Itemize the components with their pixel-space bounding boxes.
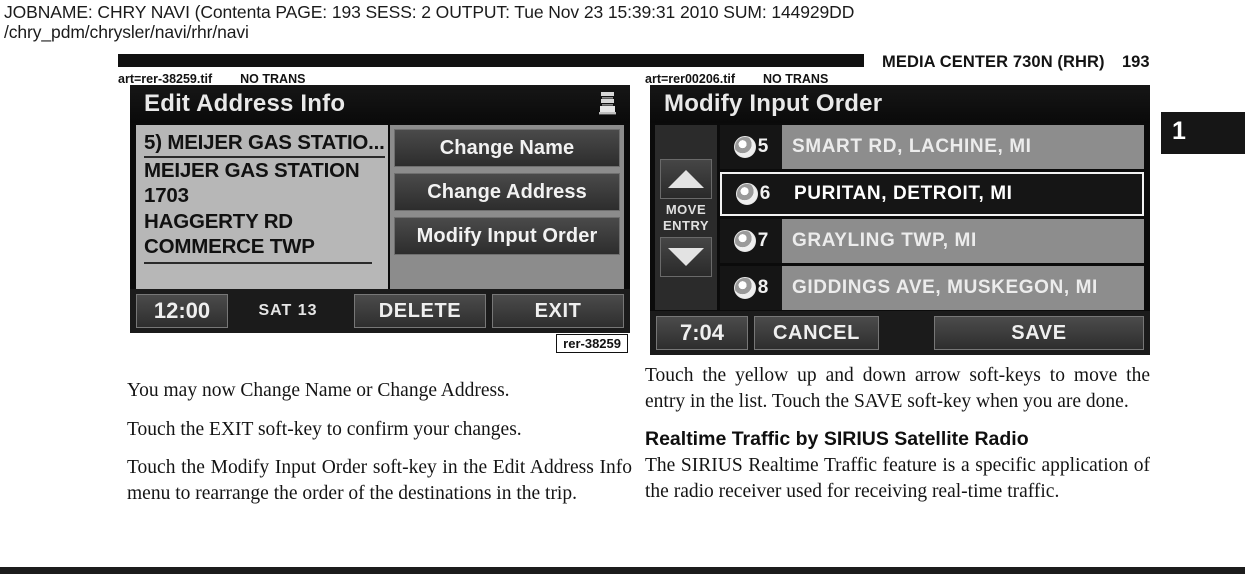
destination-pin-icon xyxy=(735,183,758,205)
move-entry-down-button[interactable] xyxy=(660,236,712,277)
list-item[interactable]: 6 PURITAN, DETROIT, MI xyxy=(720,172,1144,216)
destination-pin-wrap: 5 xyxy=(720,125,782,169)
list-stack-icon[interactable] xyxy=(599,91,616,117)
art-slug-right-file: art=rer00206.tif xyxy=(645,72,735,86)
body-column-left: You may now Change Name or Change Addres… xyxy=(127,378,632,519)
left-screen-bottom-bar: 12:00 SAT 13 DELETE EXIT xyxy=(130,289,630,333)
left-screen-title-bar: Edit Address Info xyxy=(130,85,630,123)
screenshot-modify-input-order: Modify Input Order MOVE ENTRY 5 SMART RD… xyxy=(650,85,1150,355)
address-info-line-0: 5) MEIJER GAS STATIO... xyxy=(144,130,385,158)
address-info-line-1: MEIJER GAS STATION xyxy=(144,158,360,182)
running-head-page-number: 193 xyxy=(1122,53,1150,71)
address-info-line-3: HAGGERTY RD xyxy=(144,209,293,233)
art-slug-left-file: art=rer-38259.tif xyxy=(118,72,213,86)
exit-button[interactable]: EXIT xyxy=(492,294,624,328)
edit-address-softkey-column: Change Name Change Address Modify Input … xyxy=(390,125,624,305)
art-slug-right: art=rer00206.tif NO TRANS xyxy=(645,72,828,86)
destination-pin-wrap: 7 xyxy=(720,219,782,263)
footer-rule xyxy=(0,567,1245,574)
right-screen-title-bar: Modify Input Order xyxy=(650,85,1150,123)
paragraph: Touch the EXIT soft-key to confirm your … xyxy=(127,418,522,440)
print-job-header: JOBNAME: CHRY NAVI (Contenta PAGE: 193 S… xyxy=(4,2,854,42)
list-item[interactable]: 5 SMART RD, LACHINE, MI xyxy=(720,125,1144,169)
screenshot-edit-address-info: Edit Address Info 5) MEIJER GAS STATIO..… xyxy=(130,85,630,355)
destination-number: 8 xyxy=(757,277,769,298)
art-slug-left: art=rer-38259.tif NO TRANS xyxy=(118,72,305,86)
art-slug-left-trans: NO TRANS xyxy=(240,72,306,86)
move-entry-label-line-2: ENTRY xyxy=(662,217,710,233)
figure-caption-left: rer-38259 xyxy=(556,334,628,353)
change-name-button[interactable]: Change Name xyxy=(394,129,620,167)
clock-display[interactable]: 7:04 xyxy=(656,316,748,350)
destination-list: 5 SMART RD, LACHINE, MI 6 PURITAN, DETRO… xyxy=(720,125,1144,313)
address-info-panel: 5) MEIJER GAS STATIO... MEIJER GAS STATI… xyxy=(136,125,388,305)
right-screen-title: Modify Input Order xyxy=(664,90,883,117)
move-entry-up-button[interactable] xyxy=(660,158,712,199)
running-head-rule xyxy=(118,54,864,67)
destination-label: PURITAN, DETROIT, MI xyxy=(794,183,1013,204)
paragraph: Touch the yellow up and down arrow soft-… xyxy=(645,365,1150,412)
down-arrow-icon xyxy=(668,247,704,266)
destination-number: 7 xyxy=(757,230,769,251)
cancel-button[interactable]: CANCEL xyxy=(754,316,879,350)
chapter-thumb-tab-label: 1 xyxy=(1172,117,1186,145)
manual-page: JOBNAME: CHRY NAVI (Contenta PAGE: 193 S… xyxy=(0,0,1245,580)
art-slug-right-trans: NO TRANS xyxy=(763,72,829,86)
address-info-line-4: COMMERCE TWP xyxy=(144,235,315,258)
left-caption-strip: rer-38259 xyxy=(130,333,630,355)
destination-label: GIDDINGS AVE, MUSKEGON, MI xyxy=(792,277,1098,298)
destination-number: 6 xyxy=(759,183,771,204)
destination-pin-icon xyxy=(733,136,756,158)
body-column-right: Touch the yellow up and down arrow soft-… xyxy=(645,363,1150,517)
left-screen-title: Edit Address Info xyxy=(144,90,346,117)
move-entry-label: MOVE ENTRY xyxy=(663,202,709,234)
destination-label: SMART RD, LACHINE, MI xyxy=(792,136,1032,157)
move-entry-label-line-1: MOVE xyxy=(665,201,707,217)
delete-button[interactable]: DELETE xyxy=(354,294,486,328)
list-item[interactable]: 7 GRAYLING TWP, MI xyxy=(720,219,1144,263)
clock-display[interactable]: 12:00 xyxy=(136,294,228,328)
change-address-button[interactable]: Change Address xyxy=(394,173,620,211)
job-header-line-2: /chry_pdm/chrysler/navi/rhr/navi xyxy=(4,22,249,42)
destination-pin-icon xyxy=(733,277,756,299)
destination-pin-wrap: 8 xyxy=(720,266,782,310)
paragraph: Touch the Modify Input Order soft-key in… xyxy=(127,457,632,504)
list-item[interactable]: 8 GIDDINGS AVE, MUSKEGON, MI xyxy=(720,266,1144,310)
right-screen-bottom-bar: 7:04 CANCEL SAVE xyxy=(650,311,1150,355)
save-button[interactable]: SAVE xyxy=(934,316,1144,350)
destination-pin-wrap: 6 xyxy=(722,174,784,214)
up-arrow-icon xyxy=(668,169,704,188)
address-info-underline xyxy=(144,261,372,264)
day-display: SAT 13 xyxy=(258,302,318,319)
destination-label: GRAYLING TWP, MI xyxy=(792,230,977,251)
modify-input-order-button[interactable]: Modify Input Order xyxy=(394,217,620,255)
destination-pin-icon xyxy=(733,230,756,252)
paragraph: You may now Change Name or Change Addres… xyxy=(127,380,510,401)
running-head-title: MEDIA CENTER 730N (RHR) xyxy=(882,53,1105,71)
destination-number: 5 xyxy=(757,136,769,157)
chapter-thumb-tab: 1 xyxy=(1161,112,1245,154)
paragraph: The SIRIUS Realtime Traffic feature is a… xyxy=(645,455,1150,502)
section-heading: Realtime Traffic by SIRIUS Satellite Rad… xyxy=(645,428,1029,450)
job-header-line-1: JOBNAME: CHRY NAVI (Contenta PAGE: 193 S… xyxy=(4,2,855,22)
address-info-line-2: 1703 xyxy=(144,184,189,207)
move-entry-control: MOVE ENTRY xyxy=(655,125,717,310)
